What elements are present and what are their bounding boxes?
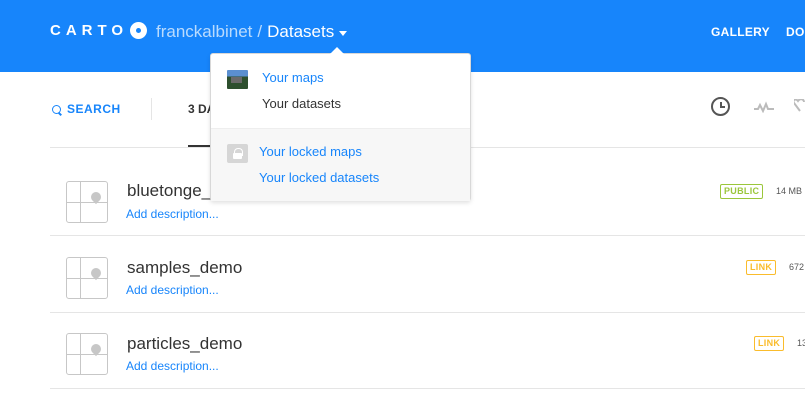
list-item[interactable]: particles_demo Add description... LINK 1… — [50, 313, 805, 389]
map-thumbnail-icon — [227, 70, 248, 89]
dropdown-section-locked — [211, 128, 470, 201]
pulse-icon[interactable] — [754, 101, 774, 113]
logo-circle-icon — [130, 22, 148, 39]
menu-item-locked-datasets[interactable]: Your locked datasets — [259, 170, 379, 185]
map-placeholder-icon — [66, 333, 108, 375]
add-description-link[interactable]: Add description... — [126, 359, 219, 373]
search-icon — [52, 104, 61, 114]
dataset-name[interactable]: bluetonge_ — [127, 181, 211, 201]
search-button[interactable]: SEARCH — [52, 102, 121, 116]
add-description-link[interactable]: Add description... — [126, 207, 219, 221]
search-label: SEARCH — [67, 102, 121, 116]
breadcrumb-user[interactable]: franckalbinet — [156, 22, 252, 42]
dataset-name[interactable]: samples_demo — [127, 258, 242, 278]
logo-text: CARTO — [50, 22, 129, 39]
menu-item-your-datasets[interactable]: Your datasets — [262, 96, 341, 111]
privacy-badge[interactable]: LINK — [754, 336, 785, 351]
breadcrumb: franckalbinet / Datasets — [156, 22, 348, 42]
nav-docs-link[interactable]: DO — [786, 25, 805, 39]
dataset-size: 14 MB — [776, 186, 803, 196]
carto-logo[interactable]: CARTO — [50, 22, 148, 39]
dataset-name[interactable]: particles_demo — [127, 334, 242, 354]
list-item[interactable]: samples_demo Add description... LINK 672 — [50, 237, 805, 313]
map-placeholder-icon — [66, 181, 108, 223]
dataset-size: 13 — [797, 338, 805, 348]
dropdown-arrow — [330, 47, 344, 54]
dropdown-section-unlocked — [211, 54, 470, 128]
breadcrumb-current-datasets[interactable]: Datasets — [267, 22, 334, 42]
privacy-badge[interactable]: LINK — [746, 260, 777, 275]
caret-down-icon[interactable] — [339, 30, 348, 36]
lock-icon — [227, 144, 248, 163]
dataset-size: 672 — [789, 262, 805, 272]
datasets-dropdown-menu: Your maps Your datasets Your locked maps… — [210, 47, 471, 201]
privacy-badge[interactable]: PUBLIC — [720, 184, 764, 199]
breadcrumb-separator: / — [257, 22, 263, 41]
heart-icon[interactable] — [794, 99, 805, 115]
clock-icon[interactable] — [711, 97, 730, 116]
add-description-link[interactable]: Add description... — [126, 283, 219, 297]
filter-divider — [151, 98, 152, 120]
map-placeholder-icon — [66, 257, 108, 299]
menu-item-locked-maps[interactable]: Your locked maps — [259, 144, 362, 159]
nav-gallery-link[interactable]: GALLERY — [711, 25, 770, 39]
menu-item-your-maps[interactable]: Your maps — [262, 70, 324, 85]
